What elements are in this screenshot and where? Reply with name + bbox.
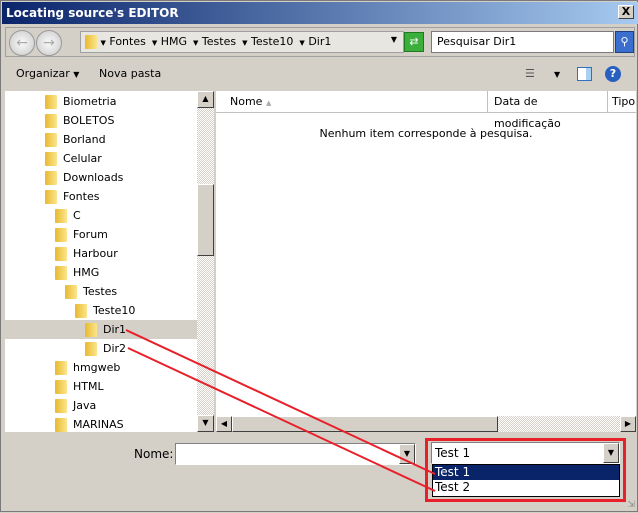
annotation-line-dir2 (127, 347, 436, 492)
annotation-arrows (125, 329, 436, 492)
annotation-line-dir1 (125, 329, 436, 475)
dialog-window: Locating source's EDITOR X ← → ▼ Fontes ▼… (0, 0, 638, 512)
resize-grip[interactable]: ⇲ (627, 500, 635, 510)
